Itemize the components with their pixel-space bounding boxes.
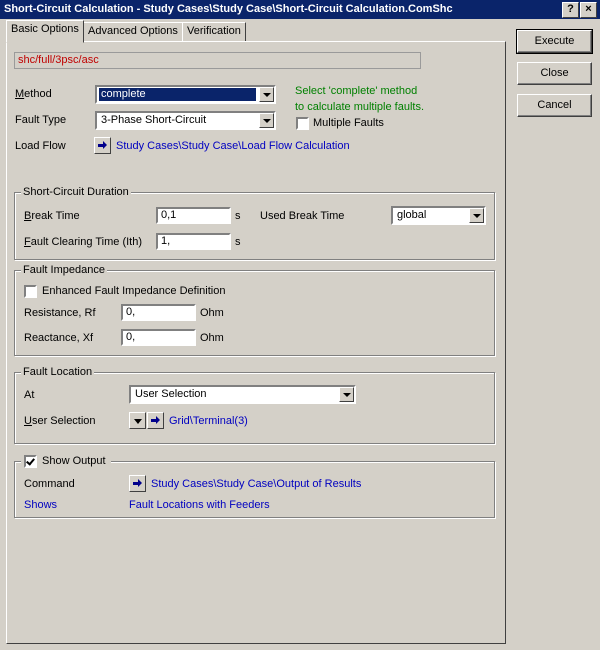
chevron-down-icon[interactable] <box>259 87 274 102</box>
shows-value: Fault Locations with Feeders <box>129 499 270 511</box>
method-select[interactable]: complete <box>95 85 276 104</box>
command-label: Command <box>24 478 75 490</box>
tab-basic-options[interactable]: Basic Options <box>6 20 84 43</box>
fault-clearing-time-label: Fault Clearing Time (Ith) <box>24 236 142 248</box>
jump-arrow-icon[interactable] <box>94 137 111 154</box>
used-break-time-label: Used Break Time <box>260 210 345 222</box>
select-dropdown-icon[interactable] <box>129 412 146 429</box>
fault-type-label: Fault Type <box>15 114 67 126</box>
show-output-label: Show Output <box>42 455 106 467</box>
reactance-input[interactable]: 0, <box>121 329 196 346</box>
show-output-checkbox[interactable] <box>24 455 37 468</box>
break-time-label: Break Time <box>24 210 80 222</box>
method-value: complete <box>98 87 257 102</box>
resistance-input[interactable]: 0, <box>121 304 196 321</box>
short-circuit-duration-legend: Short-Circuit Duration <box>21 186 131 198</box>
at-label: At <box>24 389 35 401</box>
method-hint-line-1: Select 'complete' method <box>295 85 418 97</box>
load-flow-label: Load Flow <box>15 140 66 152</box>
break-time-unit: s <box>235 210 241 222</box>
multiple-faults-label: Multiple Faults <box>313 117 384 129</box>
execute-button[interactable]: Execute <box>516 29 593 54</box>
multiple-faults-checkbox[interactable] <box>296 117 309 130</box>
short-circuit-dialog: Short-Circuit Calculation - Study Cases\… <box>0 0 600 650</box>
fault-impedance-legend: Fault Impedance <box>21 264 107 276</box>
break-time-input[interactable]: 0,1 <box>156 207 231 224</box>
enhanced-impedance-label: Enhanced Fault Impedance Definition <box>42 285 226 297</box>
fault-clearing-time-unit: s <box>235 236 241 248</box>
jump-arrow-icon[interactable] <box>129 475 146 492</box>
chevron-down-icon[interactable] <box>469 208 484 223</box>
shows-label: Shows <box>24 499 58 511</box>
chevron-down-icon[interactable] <box>339 387 354 402</box>
used-break-time-value: global <box>397 209 427 221</box>
load-flow-link[interactable]: Study Cases\Study Case\Load Flow Calcula… <box>116 140 350 152</box>
output-command-link[interactable]: Study Cases\Study Case\Output of Results <box>151 478 361 490</box>
jump-arrow-icon[interactable] <box>147 412 164 429</box>
tab-advanced-options[interactable]: Advanced Options <box>83 22 183 42</box>
enhanced-impedance-checkbox[interactable] <box>24 285 37 298</box>
reactance-label: Reactance, Xf <box>24 332 94 344</box>
title-bar: Short-Circuit Calculation - Study Cases\… <box>0 0 600 19</box>
method-hint-line-2: to calculate multiple faults. <box>295 101 425 113</box>
method-label: Method <box>15 88 52 100</box>
fault-type-value: 3-Phase Short-Circuit <box>101 114 207 126</box>
close-window-button[interactable]: × <box>580 2 597 18</box>
help-button[interactable]: ? <box>562 2 579 18</box>
resistance-label: Resistance, Rf <box>24 307 96 319</box>
command-path-field: shc/full/3psc/asc <box>14 52 421 69</box>
at-value: User Selection <box>135 388 207 400</box>
cancel-button[interactable]: Cancel <box>517 94 592 117</box>
fault-location-legend: Fault Location <box>21 366 95 378</box>
chevron-down-icon[interactable] <box>259 113 274 128</box>
user-selection-link[interactable]: Grid\Terminal(3) <box>169 415 248 427</box>
tab-verification[interactable]: Verification <box>182 22 246 42</box>
fault-location-group <box>14 372 495 444</box>
close-button[interactable]: Close <box>517 62 592 85</box>
at-select[interactable]: User Selection <box>129 385 356 404</box>
reactance-unit: Ohm <box>200 332 224 344</box>
fault-type-select[interactable]: 3-Phase Short-Circuit <box>95 111 276 130</box>
short-circuit-duration-group <box>14 192 495 260</box>
window-title: Short-Circuit Calculation - Study Cases\… <box>4 3 453 15</box>
resistance-unit: Ohm <box>200 307 224 319</box>
used-break-time-select[interactable]: global <box>391 206 486 225</box>
user-selection-label: User Selection <box>24 415 96 427</box>
fault-clearing-time-input[interactable]: 1, <box>156 233 231 250</box>
